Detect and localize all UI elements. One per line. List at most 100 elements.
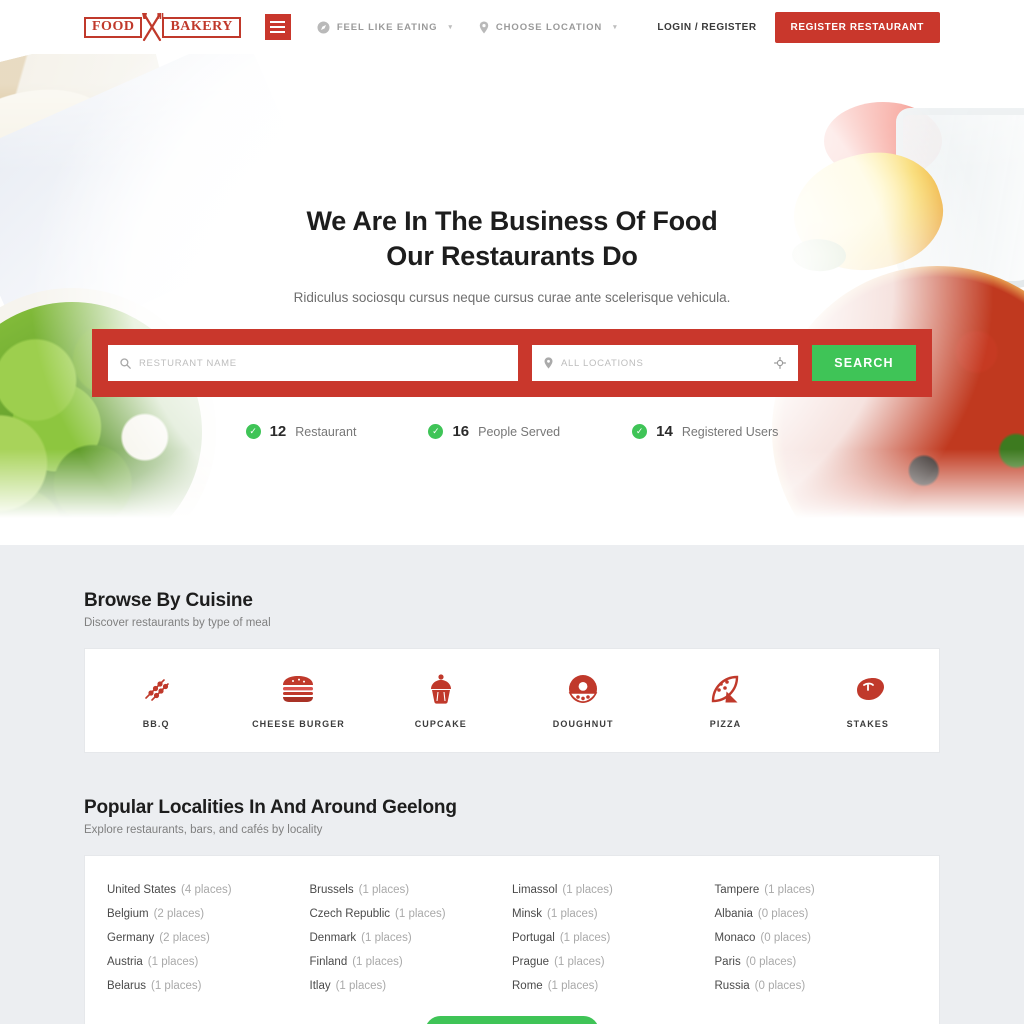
locality-item[interactable]: Albania (0 places) [715, 902, 918, 926]
cuisine-label: CUPCAKE [414, 719, 467, 729]
locality-count: (4 places) [181, 884, 232, 896]
locality-count: (2 places) [153, 908, 205, 920]
locality-count: (1 places) [764, 884, 815, 896]
crosshair-icon[interactable] [774, 357, 786, 370]
locality-item[interactable]: Rome (1 places) [512, 974, 715, 998]
cuisine-item-stakes[interactable]: STAKES [797, 672, 939, 729]
locality-item[interactable]: Belarus (1 places) [107, 974, 310, 998]
locality-count: (1 places) [352, 956, 403, 968]
location-input[interactable] [561, 357, 766, 369]
locality-name: Itlay [309, 980, 331, 992]
locality-count: (1 places) [554, 956, 605, 968]
locality-item[interactable]: Limassol (1 places) [512, 878, 715, 902]
locality-item[interactable]: Portugal (1 places) [512, 926, 715, 950]
see-more-wrapper: SEE MORE LOCATIONS [107, 1016, 917, 1024]
localities-heading: Popular Localities In And Around Geelong [84, 797, 457, 818]
page-root: FOOD BAKERY FEEL LIKE EATING ▾ CHOOSE LO… [0, 0, 1024, 1024]
locality-item[interactable]: Paris (0 places) [715, 950, 918, 974]
nav-feel-like-eating[interactable]: FEEL LIKE EATING ▾ [317, 21, 453, 34]
hero-subtitle: Ridiculus sociosqu cursus neque cursus c… [293, 290, 731, 306]
stat-number: 16 [452, 423, 470, 441]
hero-stats: ✓ 12 Restaurant ✓ 16 People Served ✓ 14 … [0, 423, 1024, 440]
locality-item[interactable]: Itlay (1 places) [310, 974, 513, 998]
hamburger-menu-icon[interactable] [264, 14, 291, 40]
search-icon [120, 357, 131, 369]
burger-line [270, 21, 286, 23]
restaurant-name-field[interactable] [108, 345, 518, 382]
stat-people-served: ✓ 16 People Served [428, 423, 560, 440]
check-circle-icon: ✓ [632, 424, 648, 440]
cuisine-card: BB.Q CHEESE BURGER CUPCAKE DOUGHNUT PIZZ… [84, 648, 940, 753]
locality-name: Paris [714, 956, 741, 968]
locality-item[interactable]: Monaco (0 places) [715, 926, 918, 950]
locality-item[interactable]: Germany (2 places) [107, 926, 310, 950]
chevron-down-icon: ▾ [448, 24, 453, 31]
cupcake-icon [370, 672, 512, 706]
locality-item[interactable]: Finland (1 places) [310, 950, 513, 974]
locality-item[interactable]: United States (4 places) [107, 878, 310, 902]
cuisine-label: CHEESE BURGER [252, 719, 345, 729]
search-input[interactable] [139, 357, 506, 369]
locality-item[interactable]: Denmark (1 places) [310, 926, 513, 950]
localities-subheading: Explore restaurants, bars, and cafés by … [84, 824, 323, 836]
locality-name: Tampere [714, 884, 760, 896]
locality-name: Brussels [309, 884, 354, 896]
fork-knife-icon [139, 12, 165, 42]
search-button[interactable]: SEARCH [812, 345, 916, 382]
locality-item[interactable]: Brussels (1 places) [310, 878, 513, 902]
locality-name: United States [107, 884, 177, 896]
hero-title-line2: Our Restaurants Do [386, 240, 638, 271]
locality-item[interactable]: Russia (0 places) [715, 974, 918, 998]
locality-name: Austria [107, 956, 143, 968]
hero-content: We Are In The Business Of Food Our Resta… [0, 54, 1024, 398]
cuisine-item-pizza[interactable]: PIZZA [654, 672, 796, 729]
locality-name: Albania [714, 908, 753, 920]
cuisine-item-cheese-burger[interactable]: CHEESE BURGER [227, 672, 369, 729]
locality-count: (1 places) [151, 980, 202, 992]
locality-count: (2 places) [159, 932, 210, 944]
stat-label: People Served [478, 424, 561, 439]
locality-count: (1 places) [147, 956, 199, 968]
site-logo[interactable]: FOOD BAKERY [84, 12, 241, 42]
cuisine-item-cupcake[interactable]: CUPCAKE [370, 672, 512, 729]
nav-choose-location[interactable]: CHOOSE LOCATION ▾ [479, 21, 618, 34]
cuisine-section: Browse By Cuisine Discover restaurants b… [0, 545, 1024, 753]
locality-name: Prague [512, 956, 550, 968]
pizza-slice-icon [654, 672, 796, 706]
locality-count: (0 places) [745, 956, 797, 968]
locality-count: (1 places) [335, 980, 387, 992]
locality-item[interactable]: Minsk (1 places) [512, 902, 715, 926]
stat-label: Restaurant [295, 424, 357, 439]
locality-name: Monaco [714, 932, 756, 944]
locality-item[interactable]: Prague (1 places) [512, 950, 715, 974]
login-register-link[interactable]: LOGIN / REGISTER [657, 22, 756, 33]
location-pin-icon [544, 357, 553, 369]
cuisine-item-doughnut[interactable]: DOUGHNUT [512, 672, 654, 729]
hero-section: We Are In The Business Of Food Our Resta… [0, 54, 1024, 545]
cuisine-heading: Browse By Cuisine [84, 590, 253, 611]
locality-item[interactable]: Belgium (2 places) [107, 902, 310, 926]
locality-count: (0 places) [760, 932, 811, 944]
locality-count: (1 places) [395, 908, 446, 920]
locality-item[interactable]: Tampere (1 places) [715, 878, 918, 902]
hero-title-line1: We Are In The Business Of Food [306, 206, 718, 236]
cuisine-label: BB.Q [142, 719, 170, 729]
locality-item[interactable]: Austria (1 places) [107, 950, 310, 974]
locality-count: (1 places) [547, 908, 598, 920]
localities-grid: United States (4 places) Brussels (1 places… [107, 878, 917, 998]
logo-word-bakery: BAKERY [162, 16, 241, 38]
stat-label: Registered Users [681, 424, 779, 439]
register-restaurant-button[interactable]: REGISTER RESTAURANT [774, 11, 940, 43]
locality-name: Belgium [107, 908, 149, 920]
header-actions: LOGIN / REGISTER REGISTER RESTAURANT [657, 11, 940, 43]
search-bar: SEARCH [92, 329, 932, 398]
cuisine-item-bbq[interactable]: BB.Q [85, 672, 227, 729]
locality-count: (0 places) [754, 980, 806, 992]
stat-number: 12 [269, 423, 287, 441]
check-circle-icon: ✓ [428, 424, 444, 440]
locality-name: Germany [107, 932, 155, 944]
location-field[interactable] [532, 345, 798, 382]
locality-count: (1 places) [559, 932, 611, 944]
see-more-locations-button[interactable]: SEE MORE LOCATIONS [424, 1016, 600, 1024]
locality-item[interactable]: Czech Republic (1 places) [310, 902, 513, 926]
